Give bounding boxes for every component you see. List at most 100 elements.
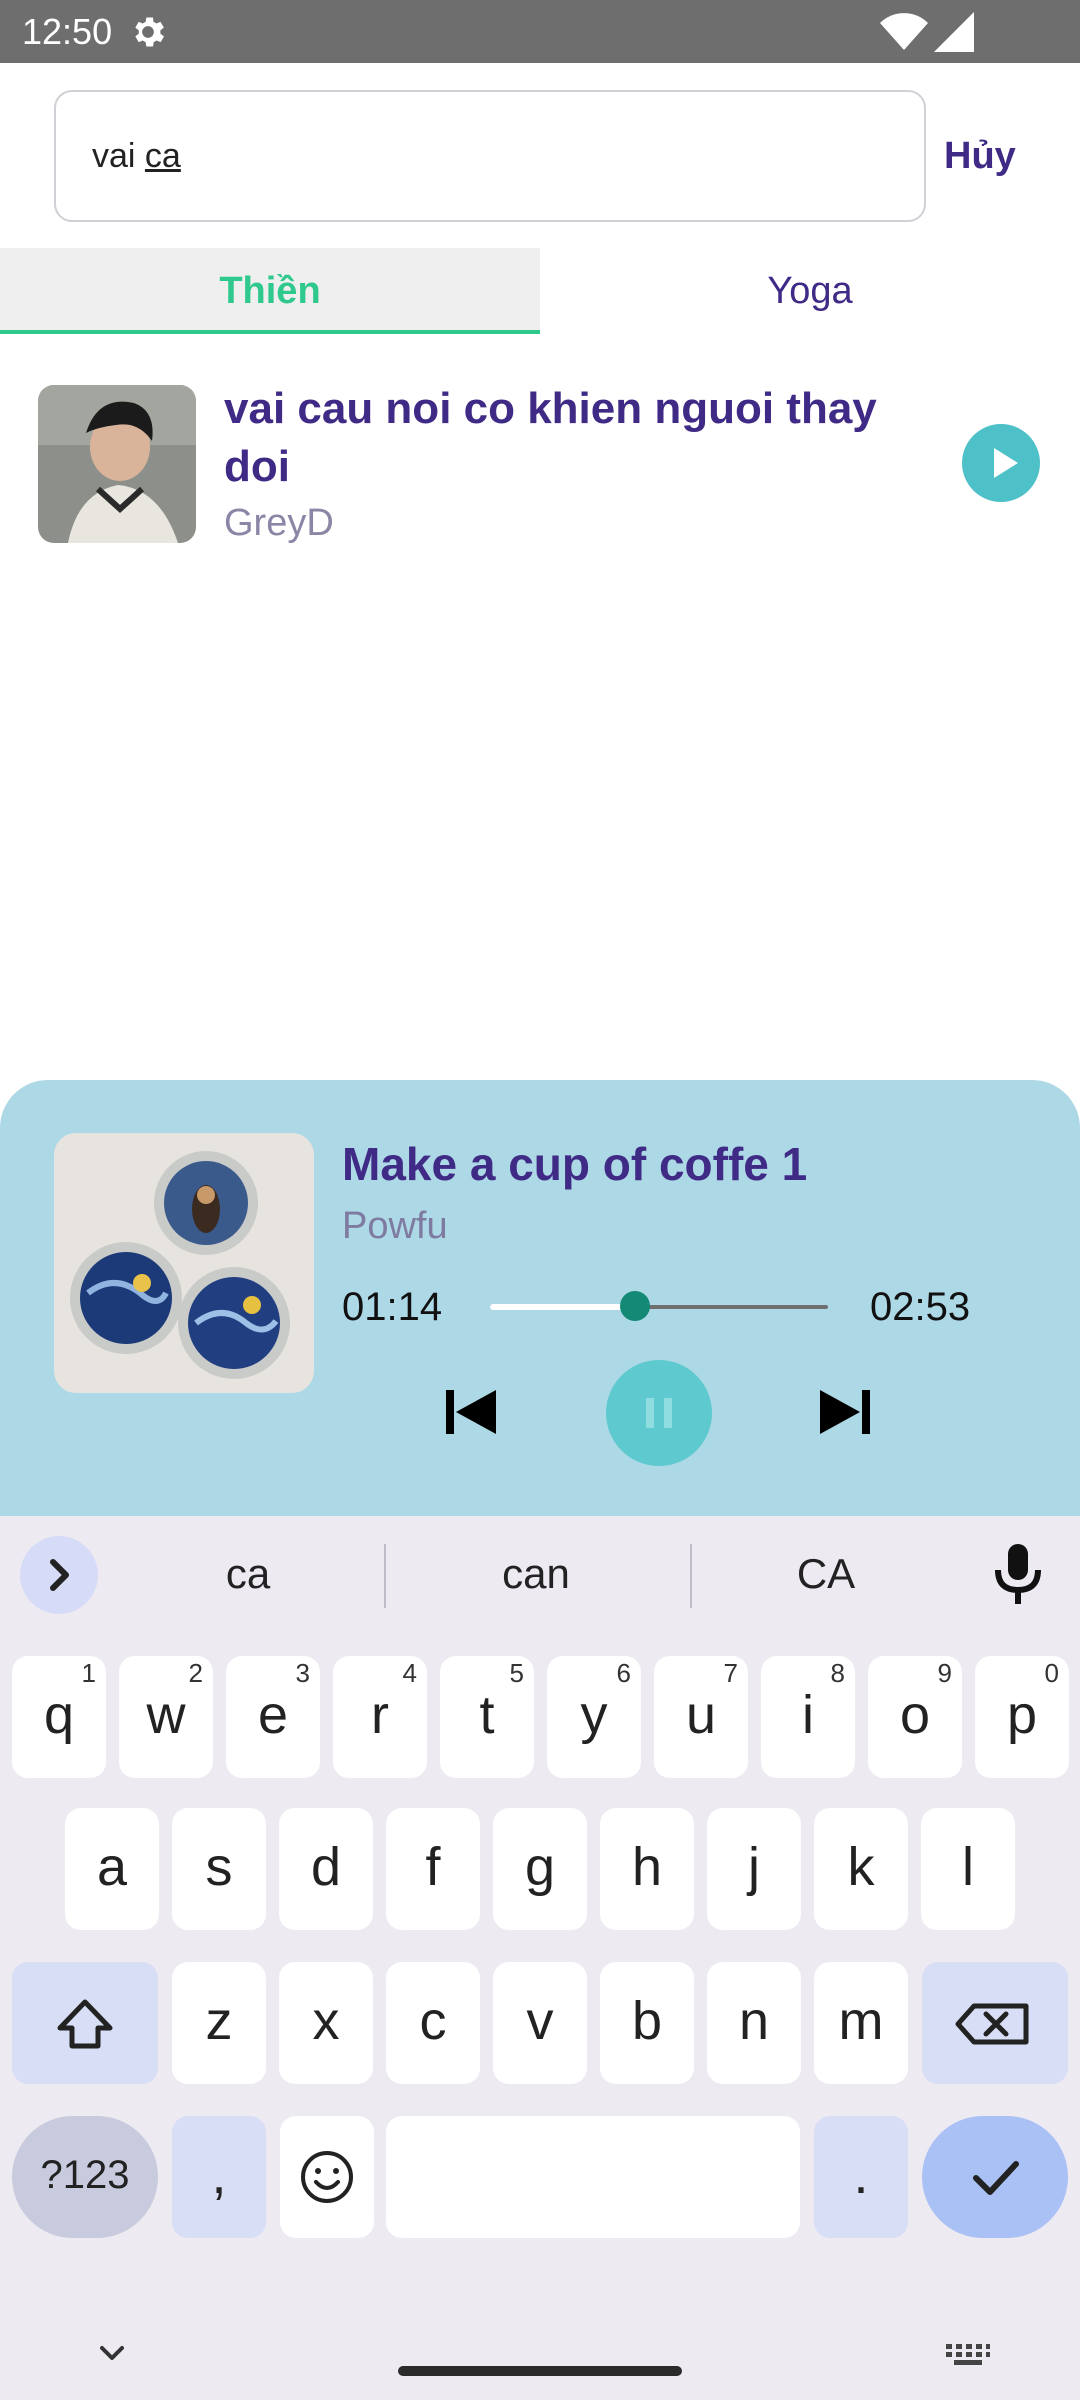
cancel-button[interactable]: Hủy: [944, 126, 1016, 186]
key-letter: b: [631, 1991, 663, 2051]
key-z[interactable]: z: [172, 1962, 266, 2084]
suggestion-3[interactable]: CA: [726, 1536, 926, 1612]
key-s[interactable]: s: [172, 1808, 266, 1930]
key-letter: x: [312, 1991, 340, 2051]
key-letter: h: [631, 1837, 663, 1897]
key-letter: e: [257, 1685, 289, 1745]
key-number-hint: 9: [937, 1658, 952, 1688]
signal-icon: [934, 12, 974, 52]
play-button[interactable]: [962, 424, 1040, 502]
total-time: 02:53: [870, 1285, 971, 1329]
category-tabs: Thiền Yoga: [0, 248, 1080, 334]
key-e[interactable]: e3: [226, 1656, 320, 1778]
key-letter: i: [802, 1685, 814, 1745]
key-letter: v: [526, 1991, 554, 2051]
key-number-hint: 5: [509, 1658, 524, 1688]
microphone-icon[interactable]: [990, 1542, 1046, 1606]
emoji-key[interactable]: [280, 2116, 374, 2238]
suggestion-1[interactable]: ca: [148, 1536, 348, 1612]
enter-key[interactable]: [922, 2116, 1068, 2238]
key-letter: a: [96, 1837, 128, 1897]
key-number-hint: 8: [830, 1658, 845, 1688]
suggestion-divider: [690, 1544, 692, 1608]
key-letter: t: [479, 1685, 495, 1745]
skip-previous-icon: [446, 1390, 496, 1434]
key-x[interactable]: x: [279, 1962, 373, 2084]
key-p[interactable]: p0: [975, 1656, 1069, 1778]
tab-yoga[interactable]: Yoga: [540, 248, 1080, 334]
soft-keyboard: ca can CA q1w2e3r4t5y6u7i8o9p0asdfghjklz…: [0, 1516, 1080, 2400]
settings-gear-icon: [135, 17, 164, 47]
key-f[interactable]: f: [386, 1808, 480, 1930]
home-gesture-bar[interactable]: [398, 2366, 682, 2376]
space-key[interactable]: [386, 2116, 800, 2238]
key-y[interactable]: y6: [547, 1656, 641, 1778]
key-h[interactable]: h: [600, 1808, 694, 1930]
now-playing-artist: Powfu: [342, 1205, 448, 1247]
key-letter: c: [419, 1991, 447, 2051]
key-letter: z: [205, 1991, 233, 2051]
backspace-icon: [955, 2003, 1029, 2045]
shift-arrow-icon: [57, 1999, 113, 2049]
search-value-composing: ca: [144, 137, 181, 175]
play-icon: [994, 448, 1018, 478]
search-input-value: vai ca: [92, 134, 181, 178]
comma-key[interactable]: ,: [172, 2116, 266, 2238]
key-g[interactable]: g: [493, 1808, 587, 1930]
tab-thien[interactable]: Thiền: [0, 248, 540, 334]
key-t[interactable]: t5: [440, 1656, 534, 1778]
key-j[interactable]: j: [707, 1808, 801, 1930]
progress-slider[interactable]: [490, 1291, 828, 1321]
chevron-right-icon: [50, 1559, 69, 1591]
key-b[interactable]: b: [600, 1962, 694, 2084]
status-bar: 12:50: [0, 0, 1080, 63]
key-d[interactable]: d: [279, 1808, 373, 1930]
search-input[interactable]: vai ca: [54, 90, 926, 222]
album-cover: [54, 1133, 314, 1393]
key-number-hint: 6: [616, 1658, 631, 1688]
key-u[interactable]: u7: [654, 1656, 748, 1778]
pause-button[interactable]: [606, 1360, 712, 1466]
list-item[interactable]: vai cau noi co khien nguoi thay doi Grey…: [0, 370, 1080, 560]
symbols-key[interactable]: ?123: [12, 2116, 158, 2238]
expand-toolbar-button[interactable]: [20, 1536, 98, 1614]
key-letter: u: [685, 1685, 717, 1745]
keyboard-switch-icon[interactable]: [944, 2342, 992, 2368]
key-q[interactable]: q1: [12, 1656, 106, 1778]
key-letter: m: [838, 1991, 884, 2051]
song-title: vai cau noi co khien nguoi thay doi: [224, 384, 877, 491]
key-letter: r: [371, 1685, 389, 1745]
current-time: 01:14: [342, 1285, 443, 1329]
backspace-key[interactable]: [922, 1962, 1068, 2084]
song-thumbnail: [38, 385, 196, 543]
key-letter: o: [899, 1685, 931, 1745]
mini-player: Make a cup of coffe 1 Powfu 01:14 02:53: [0, 1080, 1080, 1516]
key-o[interactable]: o9: [868, 1656, 962, 1778]
key-letter: y: [580, 1685, 608, 1745]
suggestion-2[interactable]: can: [436, 1536, 636, 1612]
previous-button[interactable]: [442, 1382, 502, 1447]
key-v[interactable]: v: [493, 1962, 587, 2084]
key-c[interactable]: c: [386, 1962, 480, 2084]
search-value-prefix: vai: [92, 137, 145, 175]
key-number-hint: 7: [723, 1658, 738, 1688]
suggestion-strip: ca can CA: [0, 1516, 1080, 1632]
period-key[interactable]: .: [814, 2116, 908, 2238]
key-l[interactable]: l: [921, 1808, 1015, 1930]
key-k[interactable]: k: [814, 1808, 908, 1930]
emoji-icon: [301, 2151, 353, 2203]
next-button[interactable]: [814, 1382, 874, 1447]
suggestion-divider: [384, 1544, 386, 1608]
key-letter: d: [310, 1837, 342, 1897]
key-n[interactable]: n: [707, 1962, 801, 2084]
hide-keyboard-icon[interactable]: [92, 2338, 132, 2368]
progress-thumb[interactable]: [620, 1291, 651, 1321]
key-i[interactable]: i8: [761, 1656, 855, 1778]
key-a[interactable]: a: [65, 1808, 159, 1930]
key-r[interactable]: r4: [333, 1656, 427, 1778]
key-number-hint: 4: [402, 1658, 417, 1688]
key-m[interactable]: m: [814, 1962, 908, 2084]
key-number-hint: 1: [81, 1658, 96, 1688]
shift-key[interactable]: [12, 1962, 158, 2084]
key-w[interactable]: w2: [119, 1656, 213, 1778]
